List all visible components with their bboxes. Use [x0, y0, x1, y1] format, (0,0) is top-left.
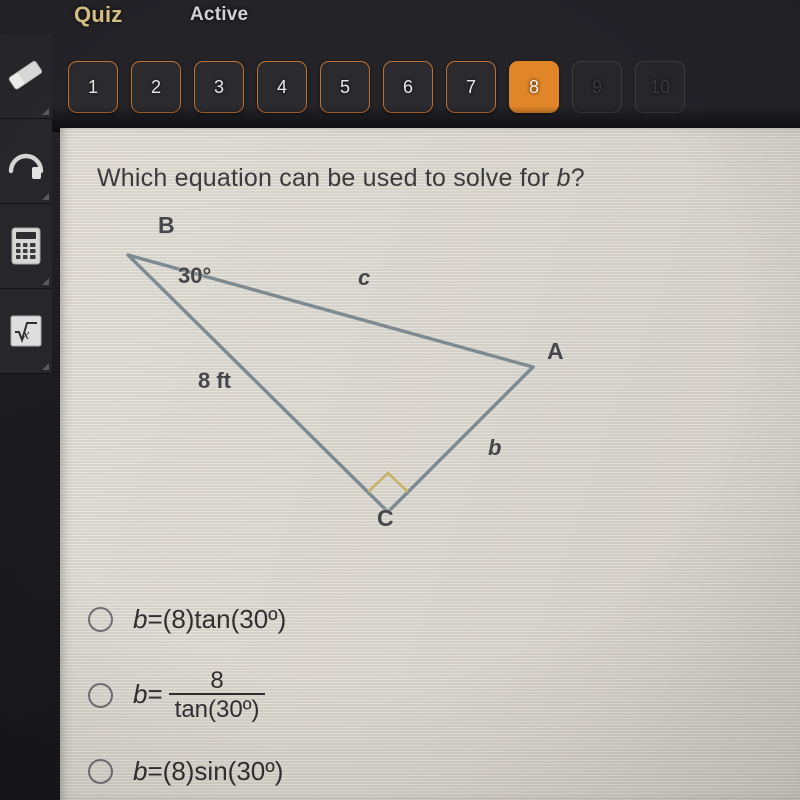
- question-prompt: Which equation can be used to solve for …: [97, 164, 585, 193]
- tool-corner-marker: [42, 193, 49, 200]
- triangle-side-b: [386, 365, 535, 514]
- pager-button-4[interactable]: 4: [257, 61, 307, 113]
- formula-icon: x: [6, 310, 46, 352]
- protractor-icon: [4, 140, 48, 182]
- question-prompt-suffix: ?: [570, 164, 585, 192]
- pager-button-9[interactable]: 9: [572, 61, 622, 113]
- pager-button-1[interactable]: 1: [68, 61, 118, 113]
- tool-formula[interactable]: x: [0, 289, 52, 374]
- option-1-lhs: b: [133, 603, 148, 634]
- option-3-eq: =: [147, 755, 163, 786]
- triangle-figure: B A C 30° c 8 ft b: [60, 208, 800, 568]
- option-2-text: b = 8 tan(30º): [133, 666, 266, 724]
- question-pager: 1 2 3 4 5 6 7 8 9 10: [68, 60, 685, 114]
- radio-option-2[interactable]: [88, 682, 113, 708]
- side-label-8ft: 8 ft: [198, 368, 231, 393]
- quiz-title: Quiz: [74, 2, 123, 27]
- question-sheet: Which equation can be used to solve for …: [60, 128, 800, 800]
- option-2-eq: =: [147, 679, 163, 710]
- option-2-fraction: 8 tan(30º): [168, 666, 266, 724]
- radio-option-3[interactable]: [88, 758, 113, 784]
- vertex-label-B: B: [158, 212, 175, 238]
- option-1-text: b = (8)tan(30º): [133, 604, 286, 635]
- pager-button-6[interactable]: 6: [383, 61, 433, 113]
- radio-option-1[interactable]: [88, 606, 113, 632]
- option-3-text: b = (8)sin(30º): [133, 756, 283, 787]
- triangle-svg: [126, 253, 535, 514]
- tool-rail: x: [0, 34, 52, 374]
- quiz-status-label: Active: [190, 4, 249, 25]
- question-prompt-variable: b: [556, 164, 571, 192]
- quiz-topbar: Quiz Active 1 2 3 4 5 6 7 8 9 10: [0, 0, 800, 132]
- pager-button-3[interactable]: 3: [194, 61, 244, 113]
- option-1-eq: =: [147, 603, 163, 634]
- right-angle-marker-icon: [367, 471, 409, 493]
- tool-protractor[interactable]: [0, 119, 52, 204]
- tool-corner-marker: [42, 108, 49, 115]
- option-2-denominator: tan(30º): [174, 696, 260, 724]
- answer-options: b = (8)tan(30º) b = 8 tan(30º) b = (8)si…: [88, 588, 788, 800]
- question-prompt-text: Which equation can be used to solve for: [97, 164, 557, 192]
- eraser-icon: [4, 56, 48, 96]
- svg-text:x: x: [22, 327, 30, 343]
- pager-button-2[interactable]: 2: [131, 61, 181, 113]
- option-1-rhs: (8)tan(30º): [162, 603, 287, 634]
- option-3-lhs: b: [133, 755, 148, 786]
- tool-corner-marker: [42, 278, 49, 285]
- side-label-c: c: [358, 265, 371, 290]
- option-row-1[interactable]: b = (8)tan(30º): [88, 588, 788, 650]
- tool-calculator[interactable]: [0, 204, 52, 289]
- option-2-numerator: 8: [210, 666, 224, 694]
- pager-button-10[interactable]: 10: [635, 61, 685, 113]
- option-2-lhs: b: [133, 679, 148, 710]
- pager-button-5[interactable]: 5: [320, 61, 370, 113]
- vertex-label-A: A: [547, 338, 564, 364]
- tool-eraser[interactable]: [0, 34, 52, 119]
- pager-button-7[interactable]: 7: [446, 61, 496, 113]
- tool-corner-marker: [42, 363, 49, 370]
- screenshot-root: Quiz Active 1 2 3 4 5 6 7 8 9 10 x Which…: [0, 0, 800, 800]
- pager-button-8-current[interactable]: 8: [509, 61, 559, 113]
- side-label-b: b: [488, 435, 502, 460]
- option-row-2[interactable]: b = 8 tan(30º): [88, 650, 788, 740]
- option-3-rhs: (8)sin(30º): [162, 755, 284, 786]
- calculator-icon: [8, 225, 44, 267]
- option-row-3[interactable]: b = (8)sin(30º): [88, 740, 788, 800]
- vertex-label-C: C: [377, 505, 394, 531]
- angle-label-30deg: 30°: [178, 263, 212, 288]
- triangle-side-a: [126, 253, 390, 514]
